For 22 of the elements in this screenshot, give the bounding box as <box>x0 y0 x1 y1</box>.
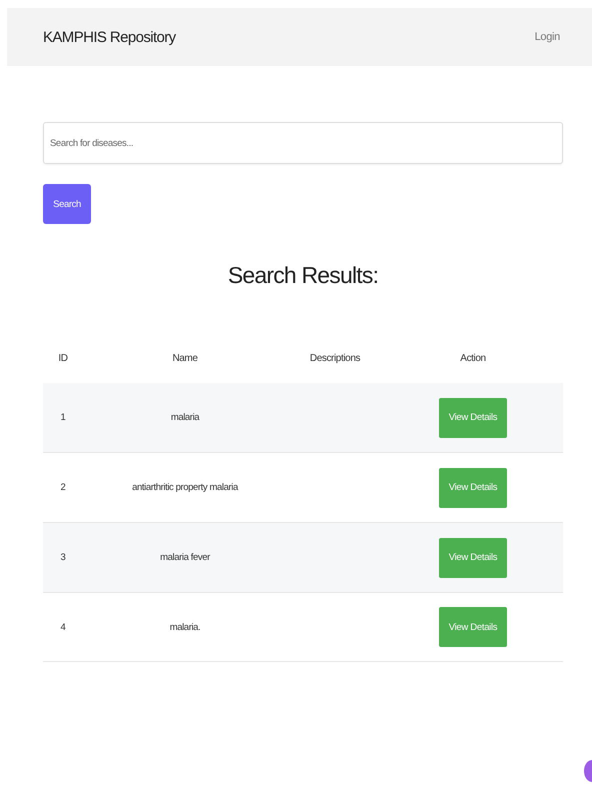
brand-title: KAMPHIS Repository <box>43 28 176 46</box>
view-details-button[interactable]: View Details <box>439 538 507 578</box>
table-cell-text: 2 <box>60 482 66 493</box>
column-header: Name <box>171 352 199 364</box>
results-heading: Search Results: <box>226 262 380 289</box>
floating-widget-icon[interactable] <box>584 760 592 782</box>
table-cell-text: malaria fever <box>159 552 212 563</box>
login-link[interactable]: Login <box>534 31 560 43</box>
view-details-button[interactable]: View Details <box>439 607 507 647</box>
view-details-button[interactable]: View Details <box>439 468 507 508</box>
table-cell-text: malaria <box>170 412 200 423</box>
table-cell-text: 3 <box>60 552 66 563</box>
table-cell-text: 1 <box>60 412 66 423</box>
column-header: Descriptions <box>308 352 362 364</box>
column-header: Action <box>459 352 487 364</box>
column-header: ID <box>57 352 69 364</box>
view-details-button[interactable]: View Details <box>439 398 507 438</box>
search-button[interactable]: Search <box>43 184 91 224</box>
search-field[interactable]: Search for diseases... <box>43 122 563 164</box>
table-cell-text: antiarthritic property malaria <box>131 482 240 493</box>
table-cell-text: 4 <box>60 622 66 632</box>
table-cell-text: malaria. <box>168 622 202 632</box>
